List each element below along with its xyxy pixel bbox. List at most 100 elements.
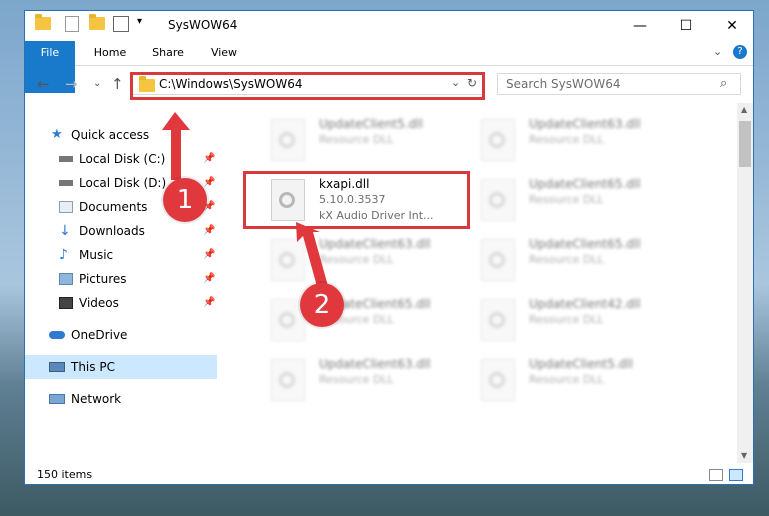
large-icons-view-icon[interactable] xyxy=(729,469,743,481)
tab-view[interactable]: View xyxy=(201,41,247,65)
sidebar-item-label: This PC xyxy=(71,360,115,374)
file-name: UpdateClient65.dll xyxy=(529,237,641,251)
step-badge-1: 1 xyxy=(163,178,207,222)
list-item[interactable]: UpdateClient65.dll Resource DLL xyxy=(461,175,681,227)
search-icon[interactable]: ⌕ xyxy=(720,76,727,91)
sidebar-item-label: Local Disk (C:) xyxy=(79,152,166,166)
help-icon[interactable]: ? xyxy=(733,45,747,59)
file-name: UpdateClient5.dll xyxy=(529,357,633,371)
scrollbar-thumb[interactable] xyxy=(739,121,751,167)
sidebar-item-this-pc[interactable]: This PC xyxy=(25,355,217,379)
download-arrow-icon: ↓ xyxy=(59,223,71,239)
properties-icon[interactable] xyxy=(65,16,79,32)
music-note-icon: ♪ xyxy=(59,247,68,263)
file-description: Resource DLL xyxy=(529,313,604,326)
file-description: Resource DLL xyxy=(529,253,604,266)
address-highlight-box xyxy=(130,72,485,100)
computer-icon xyxy=(49,362,65,372)
sidebar-item-pictures[interactable]: Pictures 📌 xyxy=(25,267,217,291)
list-item[interactable]: UpdateClient63.dll Resource DLL xyxy=(251,235,471,287)
file-name: UpdateClient63.dll xyxy=(319,357,431,371)
minimize-button[interactable]: — xyxy=(617,11,663,41)
file-description: Resource DLL xyxy=(319,373,394,386)
star-icon: ★ xyxy=(51,127,63,142)
sidebar-item-music[interactable]: ♪ Music 📌 xyxy=(25,243,217,267)
list-item[interactable]: UpdateClient42.dll Resource DLL xyxy=(461,295,681,347)
ribbon-expand-icon[interactable]: ⌄ xyxy=(713,45,722,58)
file-list: UpdateClient5.dll Resource DLL UpdateCli… xyxy=(225,103,735,463)
list-item[interactable]: UpdateClient65.dll Resource DLL xyxy=(461,235,681,287)
sidebar-item-videos[interactable]: Videos 📌 xyxy=(25,291,217,315)
details-view-icon[interactable] xyxy=(709,469,723,481)
file-name: UpdateClient5.dll xyxy=(319,117,423,131)
file-description: Resource DLL xyxy=(319,133,394,146)
vertical-scrollbar[interactable]: ▲ ▼ xyxy=(737,103,753,463)
forward-arrow-icon[interactable]: → xyxy=(65,75,78,93)
file-description: Resource DLL xyxy=(529,193,604,206)
navigation-pane: ★ Quick access Local Disk (C:) 📌 Local D… xyxy=(25,103,221,463)
up-arrow-icon[interactable]: ↑ xyxy=(111,75,124,93)
scroll-up-icon[interactable]: ▲ xyxy=(741,105,747,114)
sidebar-item-local-disk-c[interactable]: Local Disk (C:) 📌 xyxy=(25,147,217,171)
sidebar-item-label: Documents xyxy=(79,200,148,214)
sidebar-item-label: Downloads xyxy=(79,224,145,238)
dll-file-icon xyxy=(271,239,305,281)
file-name: UpdateClient63.dll xyxy=(529,117,641,131)
sidebar-item-label: Pictures xyxy=(79,272,127,286)
dll-file-icon xyxy=(481,119,515,161)
pin-icon[interactable]: 📌 xyxy=(203,291,215,315)
file-description: Resource DLL xyxy=(529,133,604,146)
sidebar-item-label: Videos xyxy=(79,296,119,310)
step-badge-2: 2 xyxy=(300,283,344,327)
item-count: 150 items xyxy=(37,468,93,481)
scroll-down-icon[interactable]: ▼ xyxy=(741,451,747,460)
sidebar-item-quick-access[interactable]: ★ Quick access xyxy=(25,123,217,147)
sidebar-item-onedrive[interactable]: OneDrive xyxy=(25,323,217,347)
sidebar-item-network[interactable]: Network xyxy=(25,387,217,411)
tab-share[interactable]: Share xyxy=(143,41,193,65)
dll-file-icon xyxy=(271,359,305,401)
list-item[interactable]: UpdateClient63.dll Resource DLL xyxy=(251,355,471,407)
file-name: UpdateClient63.dll xyxy=(319,237,431,251)
cloud-icon xyxy=(49,331,65,339)
list-item[interactable]: UpdateClient65.dll Resource DLL xyxy=(251,295,471,347)
tab-home[interactable]: Home xyxy=(85,41,135,65)
search-input[interactable]: Search SysWOW64 ⌕ xyxy=(497,73,741,95)
dll-file-icon xyxy=(481,239,515,281)
sidebar-item-label: Music xyxy=(79,248,114,262)
sidebar-item-label: Local Disk (D:) xyxy=(79,176,167,190)
back-arrow-icon[interactable]: ← xyxy=(37,75,50,93)
qa-dropdown-icon[interactable]: ▾ xyxy=(137,16,142,27)
sidebar-item-downloads[interactable]: ↓ Downloads 📌 xyxy=(25,219,217,243)
network-icon xyxy=(49,394,65,404)
file-name: UpdateClient42.dll xyxy=(529,297,641,311)
documents-icon xyxy=(59,201,73,213)
customize-icon[interactable] xyxy=(113,16,129,32)
sidebar-item-label: Network xyxy=(71,392,122,406)
new-folder-icon[interactable] xyxy=(89,14,105,33)
pin-icon[interactable]: 📌 xyxy=(203,243,215,267)
sidebar-item-label: OneDrive xyxy=(71,328,128,342)
dll-file-icon xyxy=(481,299,515,341)
list-item[interactable]: UpdateClient63.dll Resource DLL xyxy=(461,115,681,167)
file-highlight-box xyxy=(243,171,470,229)
pin-icon[interactable]: 📌 xyxy=(203,219,215,243)
search-placeholder: Search SysWOW64 xyxy=(506,77,621,91)
dll-file-icon xyxy=(271,119,305,161)
pin-icon[interactable]: 📌 xyxy=(203,267,215,291)
drive-icon xyxy=(59,156,73,162)
drive-icon xyxy=(59,180,73,186)
maximize-button[interactable]: ☐ xyxy=(663,11,709,41)
pin-icon[interactable]: 📌 xyxy=(203,147,215,171)
recent-dropdown-icon[interactable]: ⌄ xyxy=(93,78,101,89)
pictures-icon xyxy=(59,273,73,285)
close-button[interactable]: ✕ xyxy=(709,11,753,41)
file-description: Resource DLL xyxy=(319,253,394,266)
folder-icon xyxy=(35,14,51,33)
list-item[interactable]: UpdateClient5.dll Resource DLL xyxy=(251,115,471,167)
list-item[interactable]: UpdateClient5.dll Resource DLL xyxy=(461,355,681,407)
dll-file-icon xyxy=(481,359,515,401)
dll-file-icon xyxy=(481,179,515,221)
title-bar: ▾ SysWOW64 — ☐ ✕ xyxy=(25,11,753,41)
videos-icon xyxy=(59,297,73,309)
